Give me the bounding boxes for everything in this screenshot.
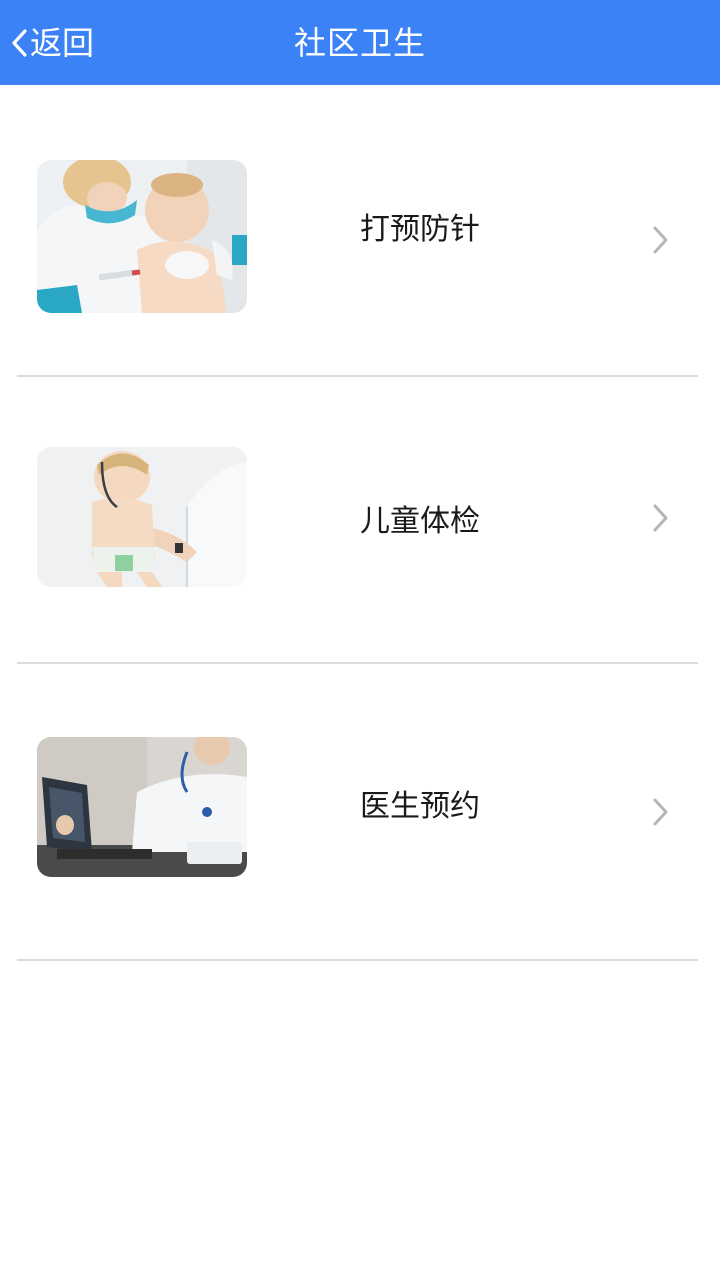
list-item-child-checkup[interactable]: 儿童体检 — [0, 377, 720, 664]
chevron-right-icon — [653, 798, 668, 826]
top-navigation-bar: 返回 社区卫生 — [0, 0, 720, 85]
chevron-right-icon — [653, 504, 668, 532]
list-item-vaccination[interactable]: 打预防针 — [0, 85, 720, 377]
page-title: 社区卫生 — [293, 24, 426, 62]
child-checkup-thumbnail — [37, 447, 247, 587]
list-item-label: 医生预约 — [360, 789, 480, 824]
list-item-label: 打预防针 — [360, 212, 480, 247]
doctor-stethoscope-child-photo — [37, 447, 247, 587]
nurse-vaccinating-baby-photo — [37, 160, 247, 313]
service-list: 打预防针 儿童体检 医生预约 — [0, 85, 720, 961]
chevron-right-icon — [653, 226, 668, 254]
list-divider — [17, 959, 698, 961]
list-item-doctor-appointment[interactable]: 医生预约 — [0, 664, 720, 961]
doctor-on-phone-xray-photo — [37, 737, 247, 877]
vaccination-thumbnail — [37, 160, 247, 313]
doctor-appointment-thumbnail — [37, 737, 247, 877]
list-item-label: 儿童体检 — [360, 504, 480, 539]
